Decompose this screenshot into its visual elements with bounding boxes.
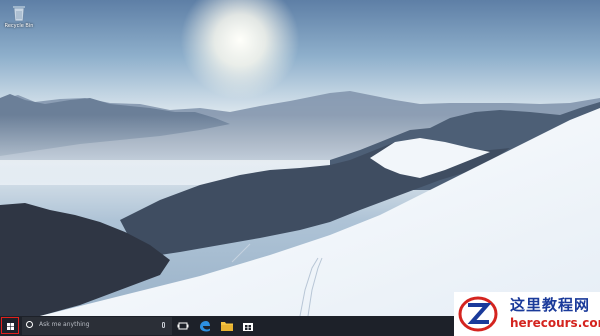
watermark: 这里教程网 herecours.com [454,292,600,336]
edge-browser-icon[interactable] [198,319,212,333]
folder-icon[interactable] [220,319,234,333]
windows-logo-icon [7,323,14,330]
ski-track [231,243,251,263]
desktop-icon-label: Recycle Bin [4,23,34,29]
mountain-scene [0,91,600,316]
store-bag-icon[interactable] [241,319,255,333]
z-logo-icon [458,296,498,332]
watermark-url: herecours.com [510,316,600,330]
start-button[interactable] [1,317,19,334]
desktop-icon-recycle-bin[interactable]: Recycle Bin [4,4,34,29]
search-placeholder: Ask me anything [39,321,90,328]
recycle-bin-icon [13,6,25,22]
task-view-icon[interactable] [176,319,190,333]
microphone-icon[interactable] [162,322,165,328]
watermark-title: 这里教程网 [510,296,591,314]
desktop: Recycle Bin [0,0,600,316]
cortana-circle-icon [26,321,33,328]
search-input[interactable]: Ask me anything [22,317,172,335]
